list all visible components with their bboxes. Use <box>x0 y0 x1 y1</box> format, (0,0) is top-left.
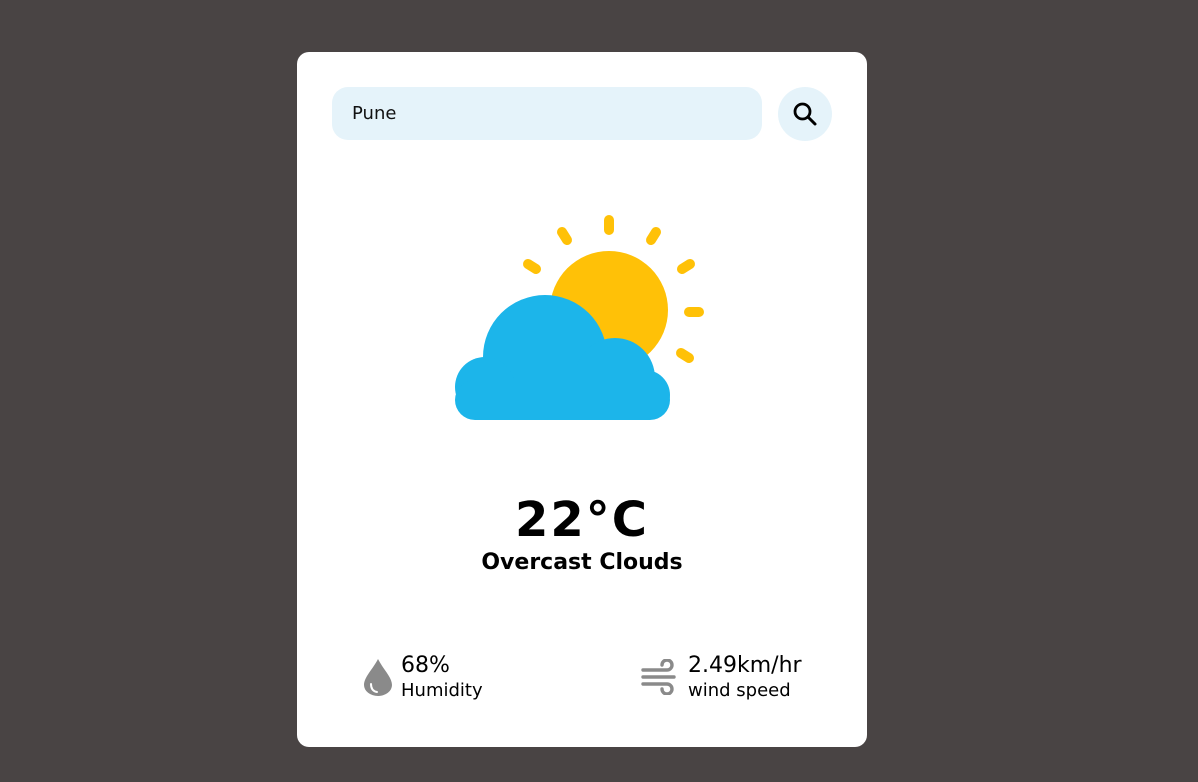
wind-detail: 2.49km/hr wind speed <box>640 652 802 702</box>
humidity-value: 68% <box>401 653 450 678</box>
humidity-drop-icon <box>364 659 392 696</box>
wind-icon <box>641 659 676 695</box>
humidity-label: Humidity <box>401 680 483 701</box>
weather-condition: Overcast Clouds <box>481 550 683 575</box>
partly-cloudy-icon <box>455 215 704 420</box>
humidity-detail: 68% Humidity <box>363 652 483 702</box>
wind-speed-value: 2.49km/hr <box>688 653 802 678</box>
temperature: 22°C <box>514 492 650 548</box>
search-icon <box>793 102 817 126</box>
search-button[interactable] <box>778 87 832 141</box>
search-input[interactable] <box>332 87 762 140</box>
weather-card: 22°C Overcast Clouds 68% Humidity 2.49km… <box>297 52 867 747</box>
wind-speed-label: wind speed <box>688 680 791 701</box>
